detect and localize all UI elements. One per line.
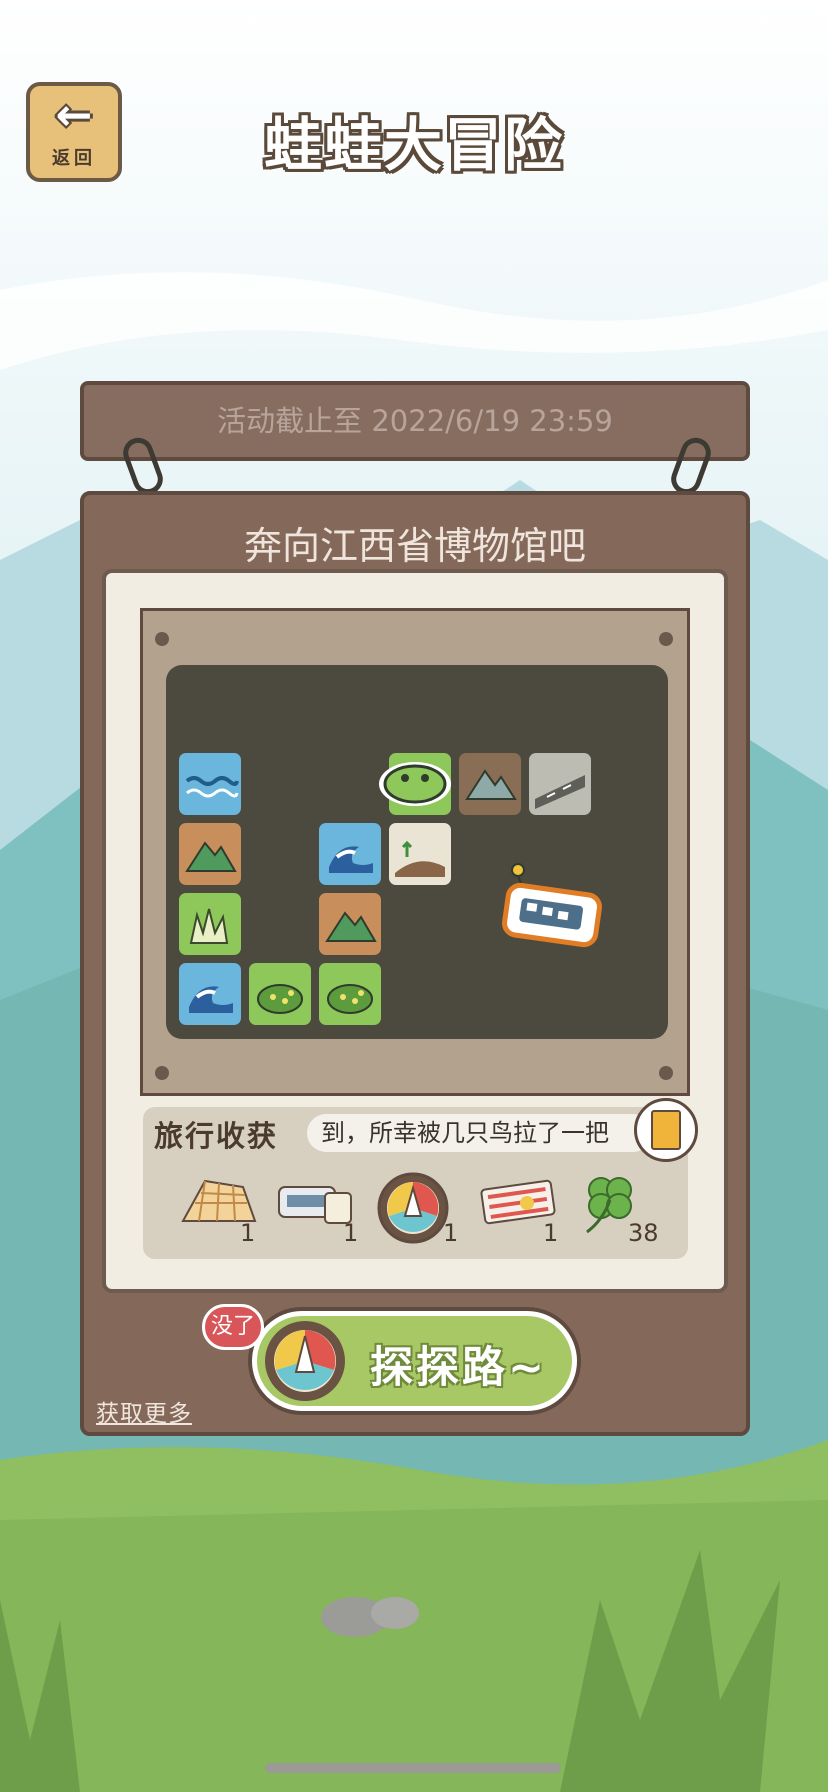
hill-tile (389, 823, 451, 885)
destination-title: 奔向江西省博物馆吧 (243, 524, 586, 568)
mountain-tile (319, 893, 381, 955)
nail-icon (659, 1066, 673, 1080)
harvest-item-sun-card[interactable]: 1 (475, 1173, 565, 1253)
item-count: 1 (240, 1219, 256, 1247)
item-count: 1 (343, 1219, 359, 1247)
water-tile (179, 753, 241, 815)
home-indicator[interactable] (265, 1763, 561, 1773)
grass-tile (179, 893, 241, 955)
get-more-link[interactable]: 获取更多 (96, 1394, 192, 1428)
harvest-label: 旅行收获 (154, 1119, 279, 1153)
deadline-sign: 活动截止至 2022/6/19 23:59 (80, 381, 750, 461)
wave-tile (179, 963, 241, 1025)
frog-icon (379, 762, 451, 806)
document-icon (651, 1110, 681, 1150)
train-ticket-marker (502, 863, 602, 948)
item-count: 1 (543, 1219, 559, 1247)
harvest-item-ticket[interactable]: 1 (275, 1173, 365, 1253)
explore-label: 探探路~ (370, 1343, 548, 1393)
harvest-item-waffle[interactable]: 1 (175, 1173, 265, 1253)
harvest-item-clover[interactable]: 38 (575, 1168, 665, 1248)
item-count: 1 (443, 1219, 459, 1247)
road-tile (529, 753, 591, 815)
bush-tile (319, 963, 381, 1025)
harvest-ticker: 到，所幸被几只鸟拉了一把 (307, 1114, 652, 1152)
nail-icon (155, 1066, 169, 1080)
journal-button[interactable] (634, 1098, 698, 1162)
page-title: 蛙蛙大冒险 (263, 111, 564, 179)
nail-icon (155, 632, 169, 646)
item-count: 38 (628, 1219, 659, 1247)
mountain-tile (179, 823, 241, 885)
wave-tile (319, 823, 381, 885)
compass-icon (265, 1321, 345, 1401)
nail-icon (659, 632, 673, 646)
harvest-item-compass[interactable]: 1 (375, 1170, 465, 1250)
out-of-stock-badge: 没了 (202, 1304, 264, 1350)
mountain-tile (459, 753, 521, 815)
compass-icon (377, 1172, 449, 1244)
bush-tile (249, 963, 311, 1025)
